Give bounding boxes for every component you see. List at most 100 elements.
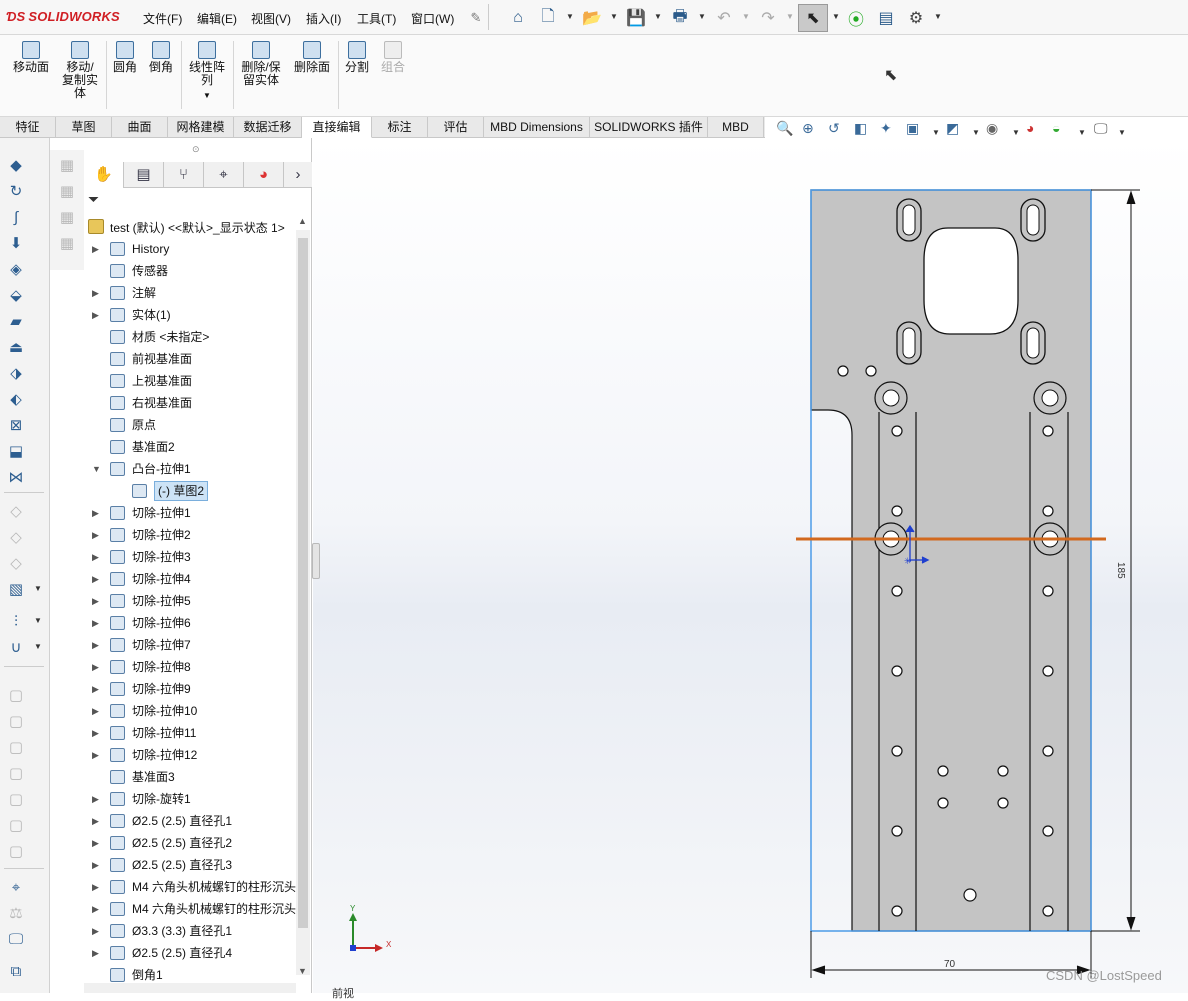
select-button[interactable]: ⬉ — [798, 4, 828, 32]
tree-scrollbar[interactable]: ▲ ▼ — [296, 216, 310, 976]
chevron-down-icon[interactable]: ▼ — [92, 458, 101, 480]
tree-item[interactable]: ▶ 切除-拉伸8 — [84, 656, 296, 678]
chevron-down-icon[interactable]: ▼ — [566, 12, 574, 21]
apply-scene-icon[interactable]: ◒ — [1052, 120, 1060, 136]
chevron-right-icon[interactable]: ▶ — [92, 238, 99, 260]
tree-item[interactable]: ▶ 注解 — [84, 282, 296, 304]
move-copy-body-button[interactable]: 移动/ 复制实 体 — [58, 41, 102, 100]
tree-item[interactable]: ▶ 切除-拉伸6 — [84, 612, 296, 634]
chevron-right-icon[interactable]: ▶ — [92, 678, 99, 700]
tree-horizontal-scrollbar[interactable] — [84, 983, 296, 993]
tree-item[interactable]: 原点 — [84, 414, 296, 436]
chevron-down-icon[interactable]: ▼ — [742, 12, 750, 21]
redo-icon[interactable]: ↷ — [758, 8, 778, 28]
tab-surfaces[interactable]: 曲面 — [112, 117, 168, 138]
file-properties-icon[interactable]: ▤ — [876, 8, 896, 28]
chevron-right-icon[interactable]: ▶ — [92, 898, 99, 920]
zoom-to-fit-icon[interactable]: 🔍 — [776, 120, 793, 137]
rotate-face-icon[interactable]: ↻ — [6, 182, 26, 202]
solidworks-logo[interactable]: ƊS SOLIDWORKS — [6, 9, 120, 24]
tree-item[interactable]: ▶ 切除-拉伸11 — [84, 722, 296, 744]
chevron-down-icon[interactable]: ▼ — [34, 642, 42, 651]
chevron-right-icon[interactable]: ▶ — [92, 546, 99, 568]
menu-tools[interactable]: 工具(T) — [357, 10, 396, 27]
chevron-right-icon[interactable]: ▶ — [92, 744, 99, 766]
delete-face-icon[interactable]: ⊠ — [6, 416, 26, 436]
chevron-down-icon[interactable]: ▼ — [698, 12, 706, 21]
chevron-down-icon[interactable]: ▼ — [185, 89, 229, 102]
combine-button[interactable]: 组合 — [378, 41, 408, 74]
options-gear-icon[interactable]: ⚙ — [906, 8, 926, 28]
tree-item[interactable]: ▶ 切除-拉伸1 — [84, 502, 296, 524]
chevron-down-icon[interactable]: ▼ — [34, 584, 42, 593]
display-icon[interactable]: 🖵 — [6, 930, 26, 950]
tree-item[interactable]: ▶ History — [84, 238, 296, 260]
menu-insert[interactable]: 插入(I) — [306, 10, 341, 27]
view-settings-icon[interactable]: 🖵 — [1094, 120, 1108, 137]
chevron-right-icon[interactable]: ▶ — [92, 920, 99, 942]
tree-item[interactable]: ▶ 切除-拉伸2 — [84, 524, 296, 546]
property-manager-tab-icon[interactable]: ▤ — [124, 162, 164, 188]
scroll-down-icon[interactable]: ▼ — [298, 966, 307, 976]
configuration-manager-tab-icon[interactable]: ⑂ — [164, 162, 204, 188]
tab-mesh-modeling[interactable]: 网格建模 — [168, 117, 234, 138]
tree-item[interactable]: ▶ 实体(1) — [84, 304, 296, 326]
tree-item[interactable]: 传感器 — [84, 260, 296, 282]
open-icon[interactable]: 📂 — [582, 8, 602, 28]
panel-grip-icon[interactable]: ⊙ — [192, 144, 200, 155]
tree-item[interactable]: ▶ Ø2.5 (2.5) 直径孔2 — [84, 832, 296, 854]
panel-collapse-handle[interactable] — [312, 543, 320, 579]
tree-item[interactable]: ▶ 切除-拉伸12 — [84, 744, 296, 766]
display-style-icon[interactable]: ◩ — [946, 120, 959, 137]
chevron-down-icon[interactable]: ▼ — [972, 128, 980, 137]
scroll-up-icon[interactable]: ▲ — [298, 216, 307, 226]
menu-edit[interactable]: 编辑(E) — [197, 10, 237, 27]
tree-item[interactable]: 材质 <未指定> — [84, 326, 296, 348]
split-line-icon[interactable]: ⋈ — [6, 468, 26, 488]
wrap-icon[interactable]: ⬖ — [6, 390, 26, 410]
edit-appearance-icon[interactable]: ◕ — [1026, 120, 1034, 136]
tree-item[interactable]: ▶ Ø3.3 (3.3) 直径孔1 — [84, 920, 296, 942]
chevron-right-icon[interactable]: ▶ — [92, 304, 99, 326]
tree-item[interactable]: ▶ M4 六角头机械螺钉的柱形沉头孔 — [84, 898, 296, 920]
chevron-right-icon[interactable]: ▶ — [92, 810, 99, 832]
tab-markup[interactable]: 标注 — [372, 117, 428, 138]
tree-item[interactable]: ▶ M4 六角头机械螺钉的柱形沉头孔 — [84, 876, 296, 898]
chevron-right-icon[interactable]: ▶ — [92, 854, 99, 876]
tree-item[interactable]: ▶ 切除-拉伸7 — [84, 634, 296, 656]
home-icon[interactable]: ⌂ — [508, 8, 528, 28]
chevron-right-icon[interactable]: ▶ — [92, 568, 99, 590]
menu-view[interactable]: 视图(V) — [251, 10, 291, 27]
linear-pattern-button[interactable]: 线性阵 列 ▼ — [185, 41, 229, 102]
move-face-button[interactable]: 移动面 — [10, 41, 52, 74]
tree-item[interactable]: ▶ 切除-旋转1 — [84, 788, 296, 810]
tree-item[interactable]: ▶ Ø2.5 (2.5) 直径孔1 — [84, 810, 296, 832]
hide-show-items-icon[interactable]: ◉ — [986, 120, 998, 137]
chevron-right-icon[interactable]: ▶ — [92, 942, 99, 964]
menu-file[interactable]: 文件(F) — [143, 10, 182, 27]
move-face-icon[interactable]: ◆ — [6, 156, 26, 176]
split-button[interactable]: 分割 — [342, 41, 372, 74]
previous-view-icon[interactable]: ↺ — [828, 120, 840, 137]
fillet-button[interactable]: 圆角 — [110, 41, 140, 74]
tree-item[interactable]: ▶ 切除-拉伸4 — [84, 568, 296, 590]
tree-item[interactable]: (-) 草图2 — [84, 480, 296, 502]
tab-features[interactable]: 特征 — [0, 117, 56, 138]
chevron-right-icon[interactable]: ▶ — [92, 722, 99, 744]
chevron-down-icon[interactable]: ▼ — [34, 616, 42, 625]
section-view-icon[interactable]: ◧ — [854, 120, 867, 137]
pin-icon[interactable]: ✎ — [466, 8, 486, 28]
chevron-down-icon[interactable]: ▼ — [610, 12, 618, 21]
tree-root[interactable]: test (默认) <<默认>_显示状态 1> — [84, 216, 296, 238]
tab-solidworks-addins[interactable]: SOLIDWORKS 插件 — [590, 117, 708, 138]
tree-item[interactable]: 上视基准面 — [84, 370, 296, 392]
chevron-right-icon[interactable]: ▶ — [92, 282, 99, 304]
offset-face-icon[interactable]: ◈ — [6, 260, 26, 280]
measure-icon[interactable]: ⌖ — [6, 878, 26, 898]
replace-face-icon[interactable]: ⬙ — [6, 286, 26, 306]
display-manager-tab-icon[interactable]: ◕ — [244, 162, 284, 188]
undo-icon[interactable]: ↶ — [714, 8, 734, 28]
chevron-down-icon[interactable]: ▼ — [832, 12, 840, 21]
tree-item[interactable]: ▶ 切除-拉伸3 — [84, 546, 296, 568]
tree-item[interactable]: 基准面3 — [84, 766, 296, 788]
